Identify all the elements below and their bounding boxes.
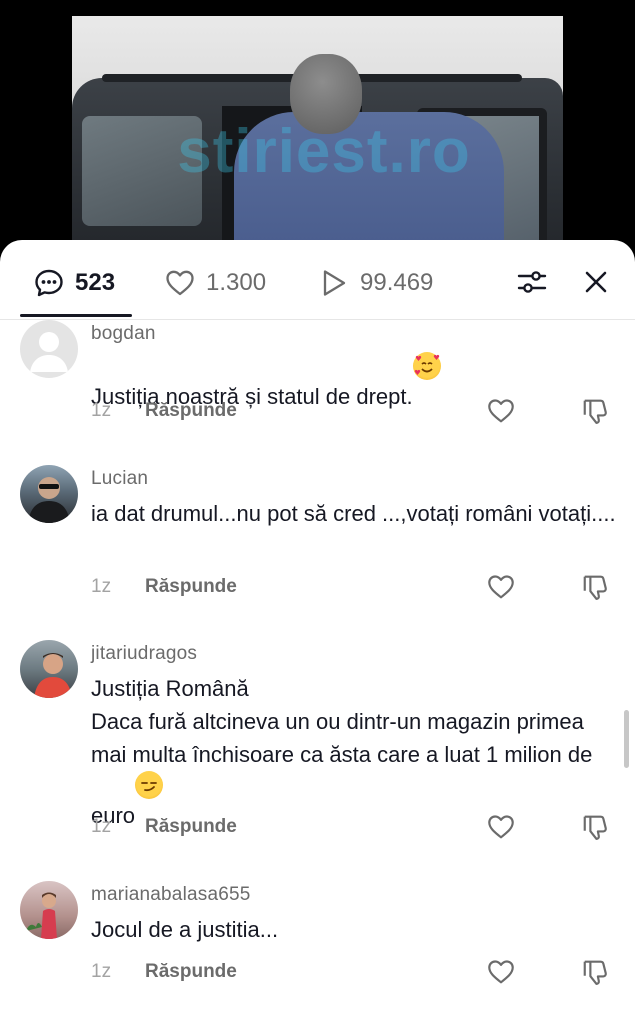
sliders-icon [517, 271, 547, 293]
dislike-button[interactable] [580, 956, 612, 988]
heart-icon [488, 399, 514, 423]
smirking-face-icon [135, 771, 164, 799]
screen: stiriest.ro 523 1.300 99.469 bogdan Just… [0, 0, 635, 1024]
active-tab-indicator [20, 314, 132, 317]
views-count: 99.469 [360, 269, 434, 296]
stats-tab-bar: 523 1.300 99.469 [0, 240, 635, 320]
avatar[interactable] [20, 640, 78, 698]
heart-icon [488, 575, 514, 599]
dislike-button[interactable] [580, 395, 612, 427]
reply-button[interactable]: Răspunde [145, 816, 237, 838]
default-avatar-icon [30, 332, 68, 372]
likes-count: 1.300 [206, 269, 267, 296]
comment-text: ia dat drumul...nu pot să cred ...,votaț… [91, 501, 616, 526]
avatar[interactable] [20, 320, 78, 378]
video-preview[interactable]: stiriest.ro [72, 16, 563, 256]
comment-time: 1z [91, 400, 112, 421]
thumbs-down-icon [583, 960, 607, 985]
comment-username[interactable]: marianabalasa655 [91, 884, 251, 906]
comment-text: Jocul de a justitia... [91, 917, 279, 942]
comment-meta: 1z Răspunde [91, 816, 237, 838]
comment-username[interactable]: bogdan [91, 323, 156, 345]
user-photo-icon [26, 892, 57, 939]
like-button[interactable] [485, 571, 517, 603]
reply-button[interactable]: Răspunde [145, 576, 237, 598]
like-button[interactable] [485, 811, 517, 843]
tab-views[interactable]: 99.469 [318, 266, 433, 300]
comment-bubble-icon [35, 269, 63, 297]
avatar[interactable] [20, 881, 78, 939]
comment-text: Justiția Română Daca fură altcineva un o… [91, 676, 593, 828]
comment-meta: 1z Răspunde [91, 576, 237, 598]
thumbs-down-icon [583, 575, 607, 600]
scrollbar[interactable] [624, 710, 629, 768]
close-button[interactable] [578, 264, 614, 300]
heart-icon [488, 815, 514, 839]
watermark: stiriest.ro [177, 117, 471, 186]
comment-time: 1z [91, 816, 112, 837]
thumbs-down-icon [583, 815, 607, 840]
like-button[interactable] [485, 956, 517, 988]
comment-meta: 1z Răspunde [91, 400, 237, 422]
thumbs-down-icon [583, 399, 607, 424]
reply-button[interactable]: Răspunde [145, 961, 237, 983]
play-icon [323, 270, 346, 296]
avatar[interactable] [20, 465, 78, 523]
comment-username[interactable]: jitariudragos [91, 643, 197, 665]
comments-sheet: 523 1.300 99.469 bogdan Justiția noastră… [0, 240, 635, 1024]
comments-count: 523 [75, 269, 116, 296]
comment-time: 1z [91, 961, 112, 982]
dislike-button[interactable] [580, 571, 612, 603]
user-photo-icon [34, 653, 72, 698]
like-button[interactable] [485, 395, 517, 427]
tab-likes[interactable]: 1.300 [164, 266, 266, 300]
tab-comments[interactable]: 523 [33, 266, 115, 300]
comment-meta: 1z Răspunde [91, 961, 237, 983]
reply-button[interactable]: Răspunde [145, 400, 237, 422]
user-photo-icon [28, 477, 70, 523]
smiling-face-with-hearts-icon [412, 352, 441, 380]
heart-icon [488, 960, 514, 984]
comment-time: 1z [91, 576, 112, 597]
dislike-button[interactable] [580, 811, 612, 843]
close-icon [585, 271, 607, 293]
heart-icon [166, 270, 194, 296]
filter-button[interactable] [514, 264, 550, 300]
comment-username[interactable]: Lucian [91, 468, 148, 490]
